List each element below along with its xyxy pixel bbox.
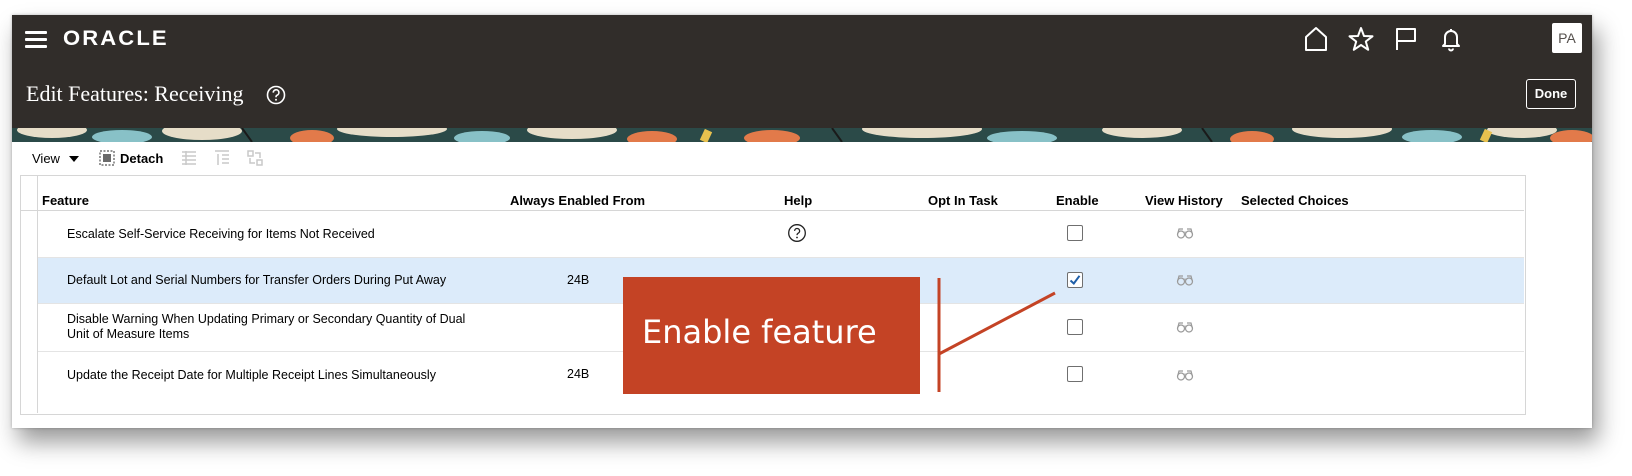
app-window: ORACLE PA Edit Features: Receiving Done [12, 15, 1592, 428]
annotation-pointer-line [937, 278, 1056, 392]
